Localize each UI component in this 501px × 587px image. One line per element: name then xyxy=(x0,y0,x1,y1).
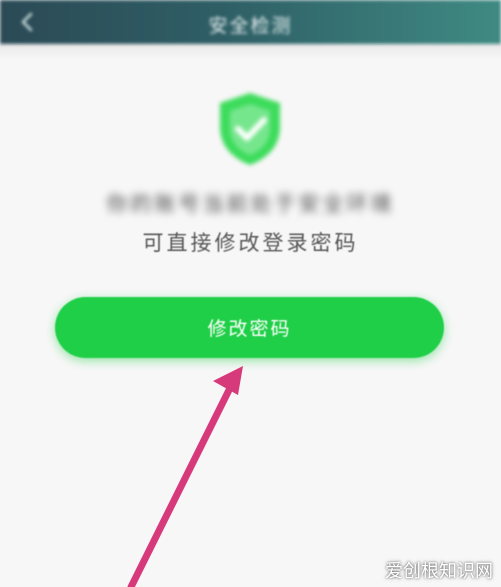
page-title: 安全检测 xyxy=(208,15,293,37)
change-password-button[interactable]: 修改密码 xyxy=(55,297,444,358)
watermark-text: 爱创根知识网 xyxy=(385,561,493,582)
security-status-text: 你的账号当前处于安全环境 xyxy=(106,192,395,216)
header-shadow xyxy=(0,44,501,60)
change-password-hint: 可直接修改登录密码 xyxy=(142,231,359,255)
shield-check-icon xyxy=(220,93,280,165)
top-bar: 安全检测 xyxy=(0,0,501,44)
watermark: 爱创根知识网 xyxy=(385,557,493,583)
change-password-label: 修改密码 xyxy=(207,318,292,340)
